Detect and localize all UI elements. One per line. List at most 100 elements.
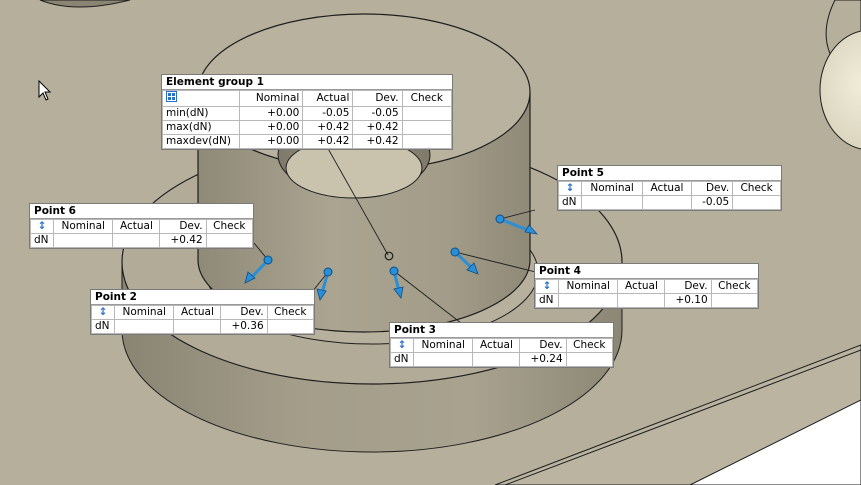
row-actual	[472, 352, 521, 367]
row-label: dN	[91, 319, 115, 334]
header-actual: Actual	[112, 219, 161, 234]
row-check	[205, 233, 254, 248]
row-check	[401, 106, 453, 121]
normal-arrow-icon: ↕	[91, 305, 115, 320]
row-nominal: +0.00	[238, 134, 304, 149]
point-title: Point 5	[558, 166, 781, 181]
row-actual: +0.42	[302, 120, 354, 135]
header-check: Check	[710, 279, 759, 294]
row-check	[732, 195, 781, 210]
header-dev: Dev.	[220, 305, 268, 320]
row-name: maxdev(dN)	[162, 134, 240, 149]
table-row: dN +0.42	[30, 233, 254, 248]
point-table: ↕ Nominal Actual Dev. Check dN +0.36	[91, 305, 315, 334]
row-dev: +0.42	[159, 233, 207, 248]
header-actual: Actual	[302, 90, 354, 107]
point-4-label[interactable]: Point 4 ↕ Nominal Actual Dev. Check dN +…	[534, 263, 759, 309]
element-group-title: Element group 1	[162, 75, 452, 90]
table-row: dN +0.10	[535, 293, 759, 308]
table-row: dN +0.24	[390, 352, 614, 367]
header-nominal: Nominal	[113, 305, 175, 320]
row-nominal	[580, 195, 644, 210]
point-table: ↕ Nominal Actual Dev. Check dN -0.05	[558, 181, 781, 210]
element-group-table: Nominal Actual Dev. Check min(dN) +0.00 …	[162, 90, 453, 149]
row-nominal: +0.00	[238, 106, 304, 121]
row-check	[401, 120, 453, 135]
normal-arrow-icon: ↕	[30, 219, 54, 234]
row-label: dN	[558, 195, 582, 210]
header-nominal: Nominal	[238, 90, 304, 107]
header-nominal: Nominal	[580, 181, 644, 196]
row-dev: +0.36	[220, 319, 268, 334]
header-actual: Actual	[617, 279, 666, 294]
header-dev: Dev.	[690, 181, 734, 196]
header-dev: Dev.	[664, 279, 712, 294]
row-check	[565, 352, 614, 367]
header-nominal: Nominal	[412, 338, 474, 353]
row-dev: +0.42	[352, 134, 403, 149]
row-label: dN	[30, 233, 54, 248]
header-check: Check	[401, 90, 453, 107]
table-row: maxdev(dN) +0.00 +0.42 +0.42	[162, 134, 453, 149]
point-5-label[interactable]: Point 5 ↕ Nominal Actual Dev. Check dN -…	[557, 165, 782, 211]
header-dev: Dev.	[519, 338, 567, 353]
row-dev: +0.10	[664, 293, 712, 308]
point-3-label[interactable]: Point 3 ↕ Nominal Actual Dev. Check dN +…	[389, 322, 614, 368]
row-dev: +0.24	[519, 352, 567, 367]
table-header-row: Nominal Actual Dev. Check	[162, 90, 453, 107]
table-row: max(dN) +0.00 +0.42 +0.42	[162, 120, 453, 135]
row-check	[266, 319, 315, 334]
row-actual	[173, 319, 222, 334]
header-check: Check	[732, 181, 781, 196]
row-nominal	[412, 352, 474, 367]
header-nominal: Nominal	[52, 219, 114, 234]
header-actual: Actual	[173, 305, 222, 320]
table-header-row: ↕ Nominal Actual Dev. Check	[535, 279, 759, 294]
table-header-row: ↕ Nominal Actual Dev. Check	[30, 219, 254, 234]
point-table: ↕ Nominal Actual Dev. Check dN +0.24	[390, 338, 614, 367]
normal-arrow-icon: ↕	[535, 279, 559, 294]
grid-icon	[162, 90, 240, 107]
header-nominal: Nominal	[557, 279, 619, 294]
point-title: Point 2	[91, 290, 314, 305]
table-row: dN +0.36	[91, 319, 315, 334]
row-check	[401, 134, 453, 149]
row-dev: -0.05	[690, 195, 734, 210]
row-label: dN	[390, 352, 414, 367]
table-header-row: ↕ Nominal Actual Dev. Check	[91, 305, 315, 320]
element-group-label[interactable]: Element group 1 Nominal Actual Dev. Chec…	[161, 74, 453, 150]
row-nominal	[113, 319, 175, 334]
point-table: ↕ Nominal Actual Dev. Check dN +0.42	[30, 219, 254, 248]
point-6-label[interactable]: Point 6 ↕ Nominal Actual Dev. Check dN +…	[29, 203, 254, 249]
row-dev: -0.05	[352, 106, 403, 121]
header-check: Check	[565, 338, 614, 353]
table-row: min(dN) +0.00 -0.05 -0.05	[162, 106, 453, 121]
point-title: Point 6	[30, 204, 253, 219]
header-check: Check	[205, 219, 254, 234]
row-nominal: +0.00	[238, 120, 304, 135]
row-actual: -0.05	[302, 106, 354, 121]
row-check	[710, 293, 759, 308]
row-name: max(dN)	[162, 120, 240, 135]
row-dev: +0.42	[352, 120, 403, 135]
row-nominal	[557, 293, 619, 308]
row-label: dN	[535, 293, 559, 308]
table-header-row: ↕ Nominal Actual Dev. Check	[390, 338, 614, 353]
normal-arrow-icon: ↕	[390, 338, 414, 353]
point-2-label[interactable]: Point 2 ↕ Nominal Actual Dev. Check dN +…	[90, 289, 315, 335]
header-check: Check	[266, 305, 315, 320]
row-actual	[112, 233, 161, 248]
row-actual: +0.42	[302, 134, 354, 149]
normal-arrow-icon: ↕	[558, 181, 582, 196]
row-actual	[617, 293, 666, 308]
point-table: ↕ Nominal Actual Dev. Check dN +0.10	[535, 279, 759, 308]
row-name: min(dN)	[162, 106, 240, 121]
header-dev: Dev.	[352, 90, 403, 107]
table-header-row: ↕ Nominal Actual Dev. Check	[558, 181, 781, 196]
row-actual	[642, 195, 692, 210]
row-nominal	[52, 233, 114, 248]
mouse-cursor-icon	[38, 80, 52, 101]
point-title: Point 4	[535, 264, 758, 279]
header-dev: Dev.	[159, 219, 207, 234]
point-title: Point 3	[390, 323, 613, 338]
